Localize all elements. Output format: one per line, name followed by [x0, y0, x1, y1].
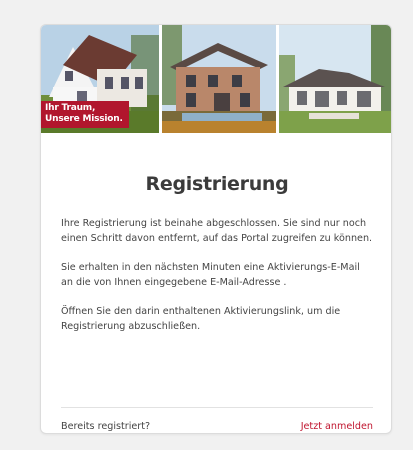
slogan-line-1: Ihr Traum, — [45, 103, 96, 113]
house-photo-banner: Ihr Traum, Unsere Mission. — [41, 25, 391, 133]
already-registered-text: Bereits registriert? — [61, 421, 151, 432]
card-content: Registrierung Ihre Registrierung ist bei… — [61, 133, 373, 334]
card-footer: Bereits registriert? Jetzt anmelden — [61, 421, 373, 432]
house-photo-1: Ihr Traum, Unsere Mission. — [41, 25, 159, 133]
info-paragraph-3: Öffnen Sie den darin enthaltenen Aktivie… — [61, 306, 341, 332]
footer-divider — [61, 407, 373, 408]
slogan-line-2: Unsere Mission. — [45, 114, 123, 124]
info-paragraph-1: Ihre Registrierung ist beinahe abgeschlo… — [61, 218, 373, 244]
house-photo-3 — [279, 25, 391, 133]
house-photo-2 — [162, 25, 276, 133]
info-paragraph-2: Sie erhalten in den nächsten Minuten ein… — [61, 262, 360, 288]
login-link[interactable]: Jetzt anmelden — [301, 421, 373, 432]
registration-card: Ihr Traum, Unsere Mission. Registrierung… — [40, 24, 392, 434]
slogan-badge: Ihr Traum, Unsere Mission. — [41, 101, 129, 128]
page-title: Registrierung — [145, 173, 289, 195]
